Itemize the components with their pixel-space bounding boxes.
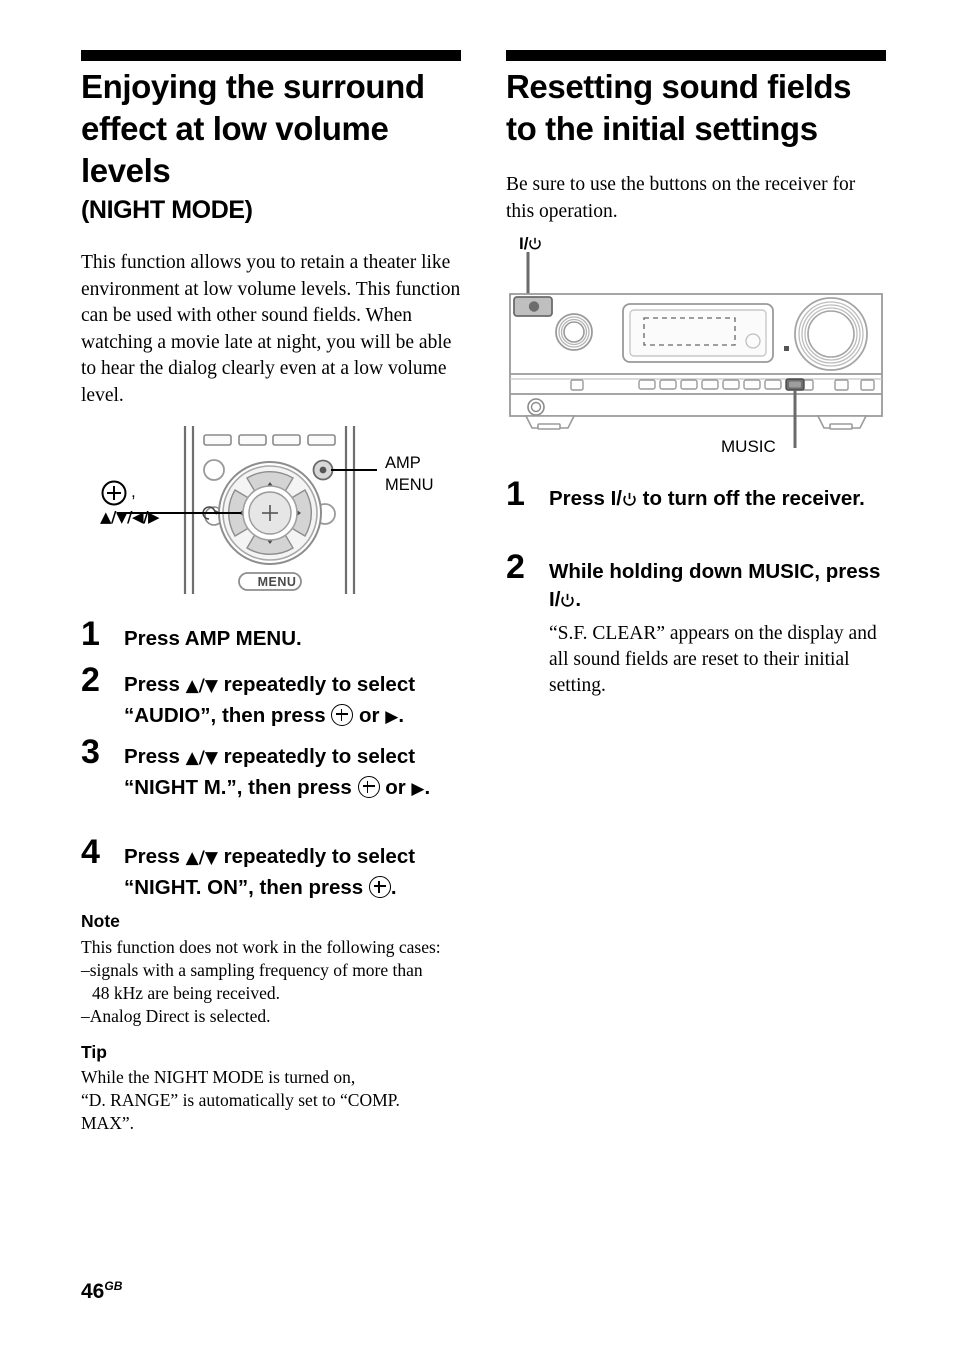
manual-page: Enjoying the surround effect at low volu… [0, 0, 954, 1352]
callout-music-label: MUSIC [721, 437, 776, 456]
callout-arrow-glyphs: ▲/▼/◀/▶ [100, 508, 160, 526]
receiver-small-knob [555, 313, 593, 351]
remote-amp-menu-button [312, 459, 334, 481]
note-line-4: –Analog Direct is selected. [81, 1006, 271, 1026]
tip-line-3: MAX”. [81, 1113, 134, 1133]
left-step-4-text-after: . [390, 876, 397, 899]
left-step-4-number: 4 [81, 833, 100, 871]
receiver-front-panel-figure [506, 252, 886, 462]
left-step-1-text: Press AMP MENU. [124, 627, 302, 650]
note-title: Note [81, 911, 120, 931]
right-step-1-number: 1 [506, 475, 525, 513]
left-step-1-number: 1 [81, 615, 100, 653]
left-step-3-text-before: Press [124, 745, 180, 768]
note-line-2: –signals with a sampling frequency of mo… [81, 960, 423, 980]
right-step-2-number: 2 [506, 548, 525, 586]
right-step-2-text-after: . [575, 588, 582, 611]
note-line-1: This function does not work in the follo… [81, 937, 441, 957]
left-step-3-text-after: or [385, 776, 406, 799]
left-step-2-number: 2 [81, 661, 100, 699]
left-page-title: Enjoying the surround effect at low volu… [81, 66, 461, 228]
right-step-2: 2 While holding down MUSIC, press I/. “S… [506, 550, 886, 699]
receiver-volume-knob [794, 297, 868, 371]
right-step-2-text-before: While holding down MUSIC, press [549, 560, 881, 583]
note-line-3: 48 kHz are being received. [92, 983, 281, 1003]
receiver-headphone-jack [527, 398, 545, 416]
enter-button-icon [368, 876, 391, 898]
up-down-arrow-icon: ▲/▼ [185, 748, 218, 768]
callout-amp-menu: AMP MENU [385, 452, 434, 496]
right-arrow-icon: ▶ [385, 707, 399, 727]
right-page-title-main: Resetting sound fields to the initial se… [506, 68, 852, 147]
right-arrow-icon: ▶ [411, 779, 425, 799]
left-step-4: 4 Press ▲/▼ repeatedly to select “NIGHT.… [81, 835, 461, 902]
callout-power-label: I/ [519, 234, 542, 254]
right-step-1-text-before: Press [549, 487, 605, 510]
enter-button-icon [357, 776, 380, 798]
left-step-2: 2 Press ▲/▼ repeatedly to select “AUDIO”… [81, 661, 416, 727]
tip-line-2: “D. RANGE” is automatically set to “COMP… [81, 1090, 400, 1110]
callout-power-text: I/ [519, 234, 529, 253]
remote-enter-button [242, 485, 298, 541]
power-symbol-icon: I/ [549, 588, 575, 611]
left-step-4-text-before: Press [124, 845, 180, 868]
enter-button-icon [331, 704, 354, 726]
page-number-value: 46 [81, 1280, 105, 1303]
right-intro-paragraph: Be sure to use the buttons on the receiv… [506, 174, 856, 222]
callout-enter-and-arrows: , ▲/▼/◀/▶ [100, 480, 160, 527]
up-down-arrow-icon: ▲/▼ [185, 848, 218, 868]
right-step-1: 1 Press I/ to turn off the receiver. [506, 477, 886, 513]
left-step-1: 1 Press AMP MENU. [81, 617, 461, 653]
left-step-2-text-after: or [359, 704, 380, 727]
left-column-rule [81, 50, 461, 61]
left-step-3: 3 Press ▲/▼ repeatedly to select “NIGHT … [81, 733, 431, 799]
left-step-2-text-before: Press [124, 673, 180, 696]
remote-top-buttons [203, 434, 336, 446]
right-step-1-text-after: to turn off the receiver. [642, 487, 865, 510]
receiver-music-button [785, 378, 805, 391]
left-page-title-sub: (NIGHT MODE) [81, 196, 253, 224]
right-step-2-description: “S.F. CLEAR” appears on the display and … [549, 623, 877, 696]
left-page-title-main: Enjoying the surround effect at low volu… [81, 68, 425, 189]
receiver-display [622, 303, 774, 363]
right-column-rule [506, 50, 886, 61]
receiver-power-button [513, 296, 553, 317]
left-intro-paragraph: This function allows you to retain a the… [81, 252, 461, 406]
receiver-indicator-dot [784, 346, 789, 351]
callout-amp-menu-line1: AMP [385, 454, 421, 472]
page-number: 46GB [81, 1276, 122, 1302]
callout-amp-menu-line2: MENU [385, 476, 434, 494]
callout-enter-comma: , [131, 482, 136, 501]
power-symbol-icon: I/ [611, 487, 637, 510]
enter-button-icon [101, 480, 127, 506]
up-down-arrow-icon: ▲/▼ [185, 676, 218, 696]
left-step-3-number: 3 [81, 733, 100, 771]
remote-menu-button-label: MENU [257, 575, 297, 589]
tip-title: Tip [81, 1042, 107, 1062]
right-page-title: Resetting sound fields to the initial se… [506, 66, 886, 150]
tip-line-1: While the NIGHT MODE is turned on, [81, 1067, 356, 1087]
receiver-feet [524, 415, 868, 430]
page-region-code: GB [104, 1279, 123, 1293]
